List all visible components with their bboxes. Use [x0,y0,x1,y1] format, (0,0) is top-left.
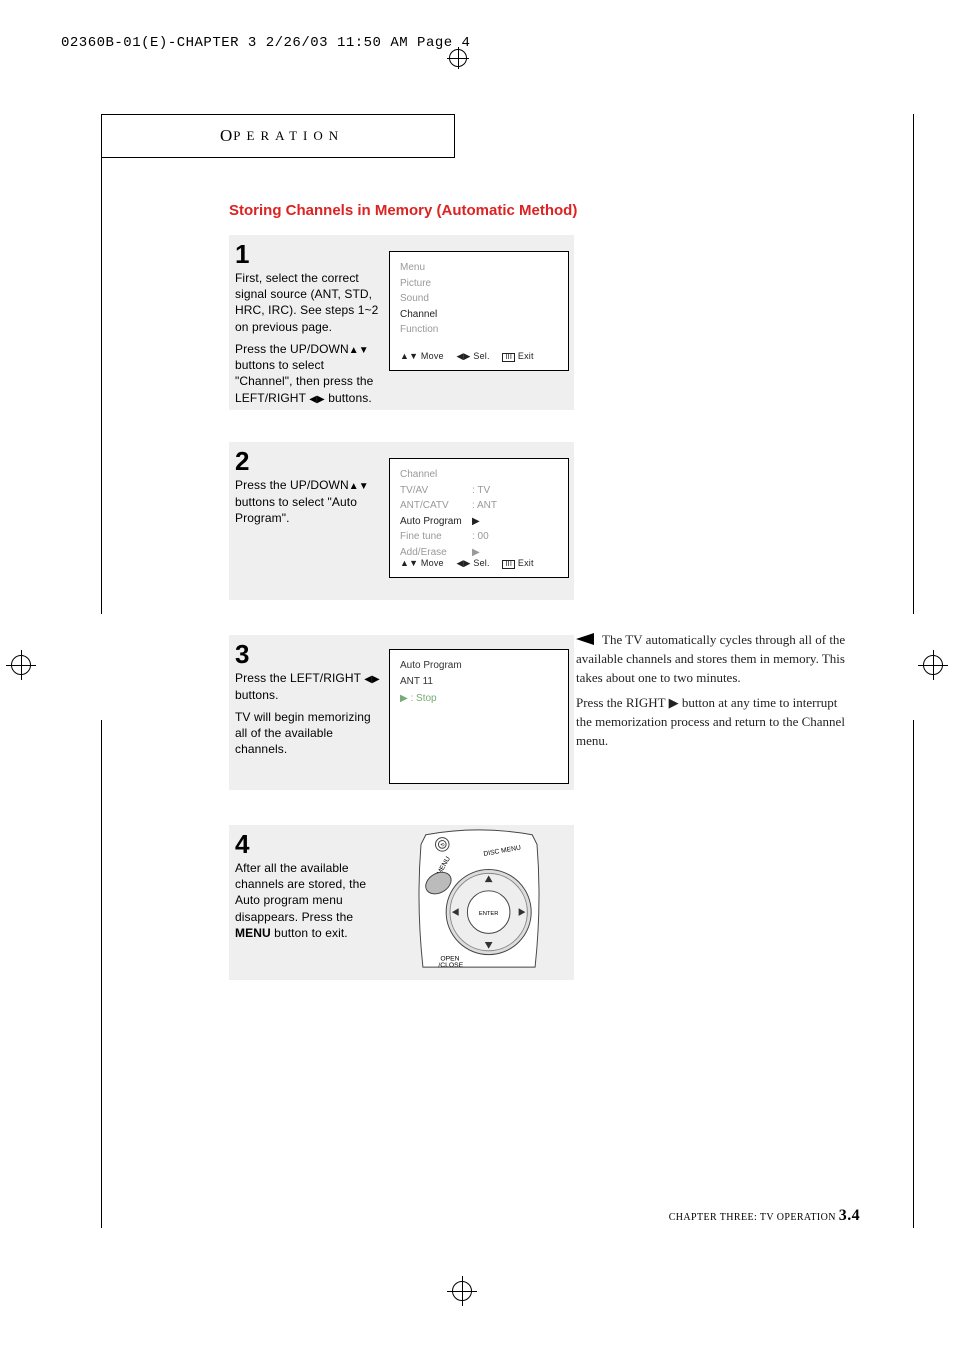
osd-footer: ▲▼ Move ◀▶ Sel. ⅠⅠⅠ Exit [400,350,534,364]
margin-line [913,720,914,1228]
margin-line [101,114,102,614]
print-header: 02360B-01(E)-CHAPTER 3 2/26/03 11:50 AM … [61,35,470,51]
triangle-right-icon: ▶ [669,695,679,710]
osd-footer: ▲▼ Move ◀▶ Sel. ⅠⅠⅠ Exit [400,557,534,571]
step-4-text: After all the available channels are sto… [229,860,385,941]
osd-menu-3: Auto Program ANT 11 ▶ : Stop [389,649,569,784]
tip-sidebar: The TV automatically cycles through all … [576,631,852,757]
tab-label: PERATION [233,128,344,144]
crop-mark-right [918,650,948,680]
triangle-left-icon [576,632,594,651]
step-2: 2 Press the UP/DOWN▲▼ buttons to select … [229,442,574,532]
step-1-text: First, select the correct signal source … [229,270,385,406]
section-title: Storing Channels in Memory (Automatic Me… [229,202,577,219]
step-4: 4 After all the available channels are s… [229,825,574,947]
step-3: 3 Press the LEFT/RIGHT ◀▶ buttons. TV wi… [229,635,574,763]
section-tab: OPERATION [101,114,455,158]
svg-text:/CLOSE: /CLOSE [438,962,463,969]
step-3-text: Press the LEFT/RIGHT ◀▶ buttons. TV will… [229,670,385,757]
page-footer: CHAPTER THREE: TV OPERATION 3.4 [669,1207,860,1225]
osd-menu-1: Menu Picture Sound Channel Function ▲▼ M… [389,251,569,371]
tab-initial: O [220,126,232,146]
crop-mark-bottom [447,1276,477,1306]
step-1: 1 First, select the correct signal sourc… [229,235,574,412]
remote-illustration: ⟲ DISC MENU MENU ENTER OPEN /CLOSE [389,827,569,972]
crop-mark-left [6,650,36,680]
margin-line [913,114,914,614]
osd-menu-2: Channel TV/AV: TV ANT/CATV: ANT Auto Pro… [389,458,569,578]
svg-text:ENTER: ENTER [479,911,499,917]
step-2-text: Press the UP/DOWN▲▼ buttons to select "A… [229,477,385,526]
margin-line [101,720,102,1228]
